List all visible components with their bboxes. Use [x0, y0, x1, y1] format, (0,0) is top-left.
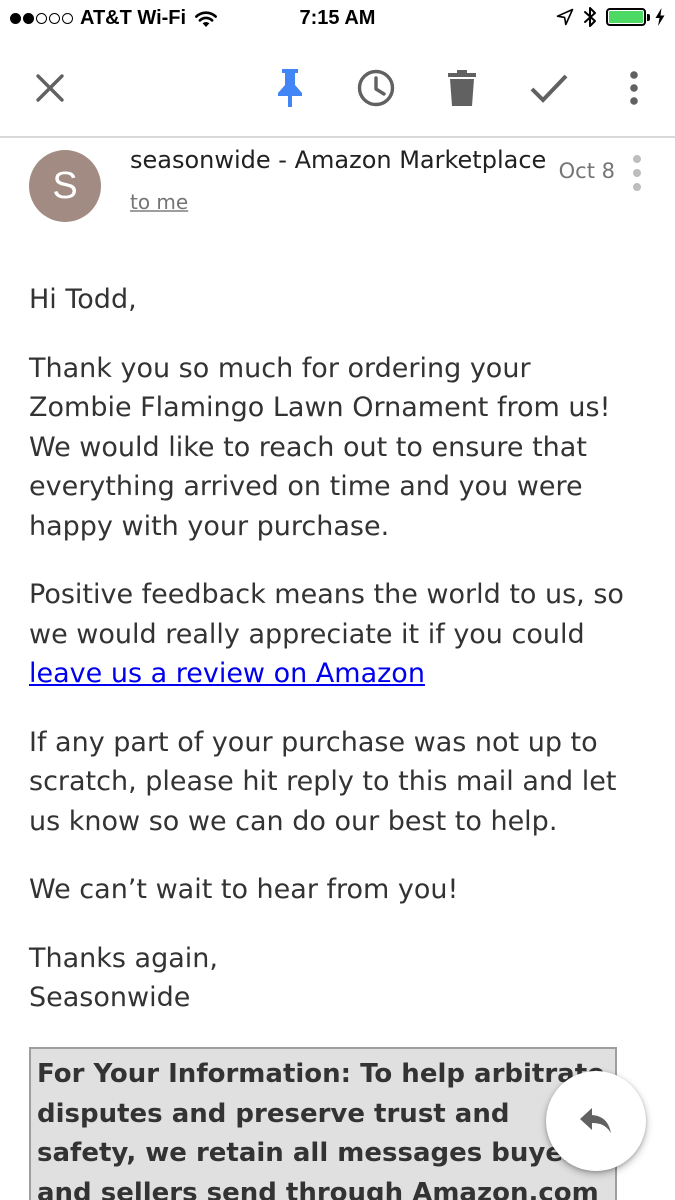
status-right — [556, 6, 665, 28]
more-vert-icon — [630, 71, 638, 105]
bluetooth-icon — [584, 7, 596, 27]
snooze-button[interactable] — [352, 64, 400, 112]
battery-icon — [606, 8, 650, 26]
more-options-button[interactable] — [610, 64, 658, 112]
reply-button[interactable] — [546, 1071, 646, 1171]
charging-bolt-icon — [655, 8, 665, 26]
review-link[interactable]: leave us a review on Amazon — [29, 658, 425, 689]
greeting: Hi Todd, — [29, 284, 137, 315]
signature: Seasonwide — [29, 982, 191, 1013]
mark-done-button[interactable] — [525, 64, 573, 112]
body-paragraph-3: If any part of your purchase was not up … — [29, 726, 617, 837]
recipient-details-link[interactable]: to me — [130, 190, 188, 214]
pin-icon — [278, 69, 302, 107]
sender-name[interactable]: seasonwide - Amazon Marketplace — [130, 146, 546, 174]
info-notice-box: For Your Information: To help arbitrate … — [29, 1047, 617, 1200]
delete-button[interactable] — [438, 64, 486, 112]
status-bar: AT&T Wi-Fi 7:15 AM — [0, 0, 675, 38]
body-paragraph-2-text: Positive feedback means the world to us,… — [29, 579, 624, 650]
message-more-icon[interactable] — [629, 155, 645, 191]
body-paragraph-2: Positive feedback means the world to us,… — [29, 575, 629, 694]
email-date: Oct 8 — [558, 159, 615, 183]
close-icon — [36, 74, 64, 102]
email-body: Hi Todd, Thank you so much for ordering … — [29, 280, 629, 1018]
sign-off: Thanks again, — [29, 942, 218, 974]
body-paragraph-4: We can’t wait to hear from you! — [29, 874, 459, 905]
location-arrow-icon — [556, 8, 574, 26]
reply-icon — [580, 1108, 611, 1133]
sender-avatar[interactable]: S — [29, 150, 101, 222]
battery-level — [609, 11, 643, 23]
trash-icon — [448, 70, 476, 106]
email-toolbar — [0, 38, 675, 138]
email-screen: AT&T Wi-Fi 7:15 AM S seasonwide - Amazon… — [0, 0, 675, 1200]
close-button[interactable] — [26, 64, 74, 112]
done-check-icon — [530, 74, 568, 103]
snooze-clock-icon — [357, 69, 395, 107]
pin-button[interactable] — [266, 64, 314, 112]
body-paragraph-1: Thank you so much for ordering your Zomb… — [29, 352, 611, 542]
